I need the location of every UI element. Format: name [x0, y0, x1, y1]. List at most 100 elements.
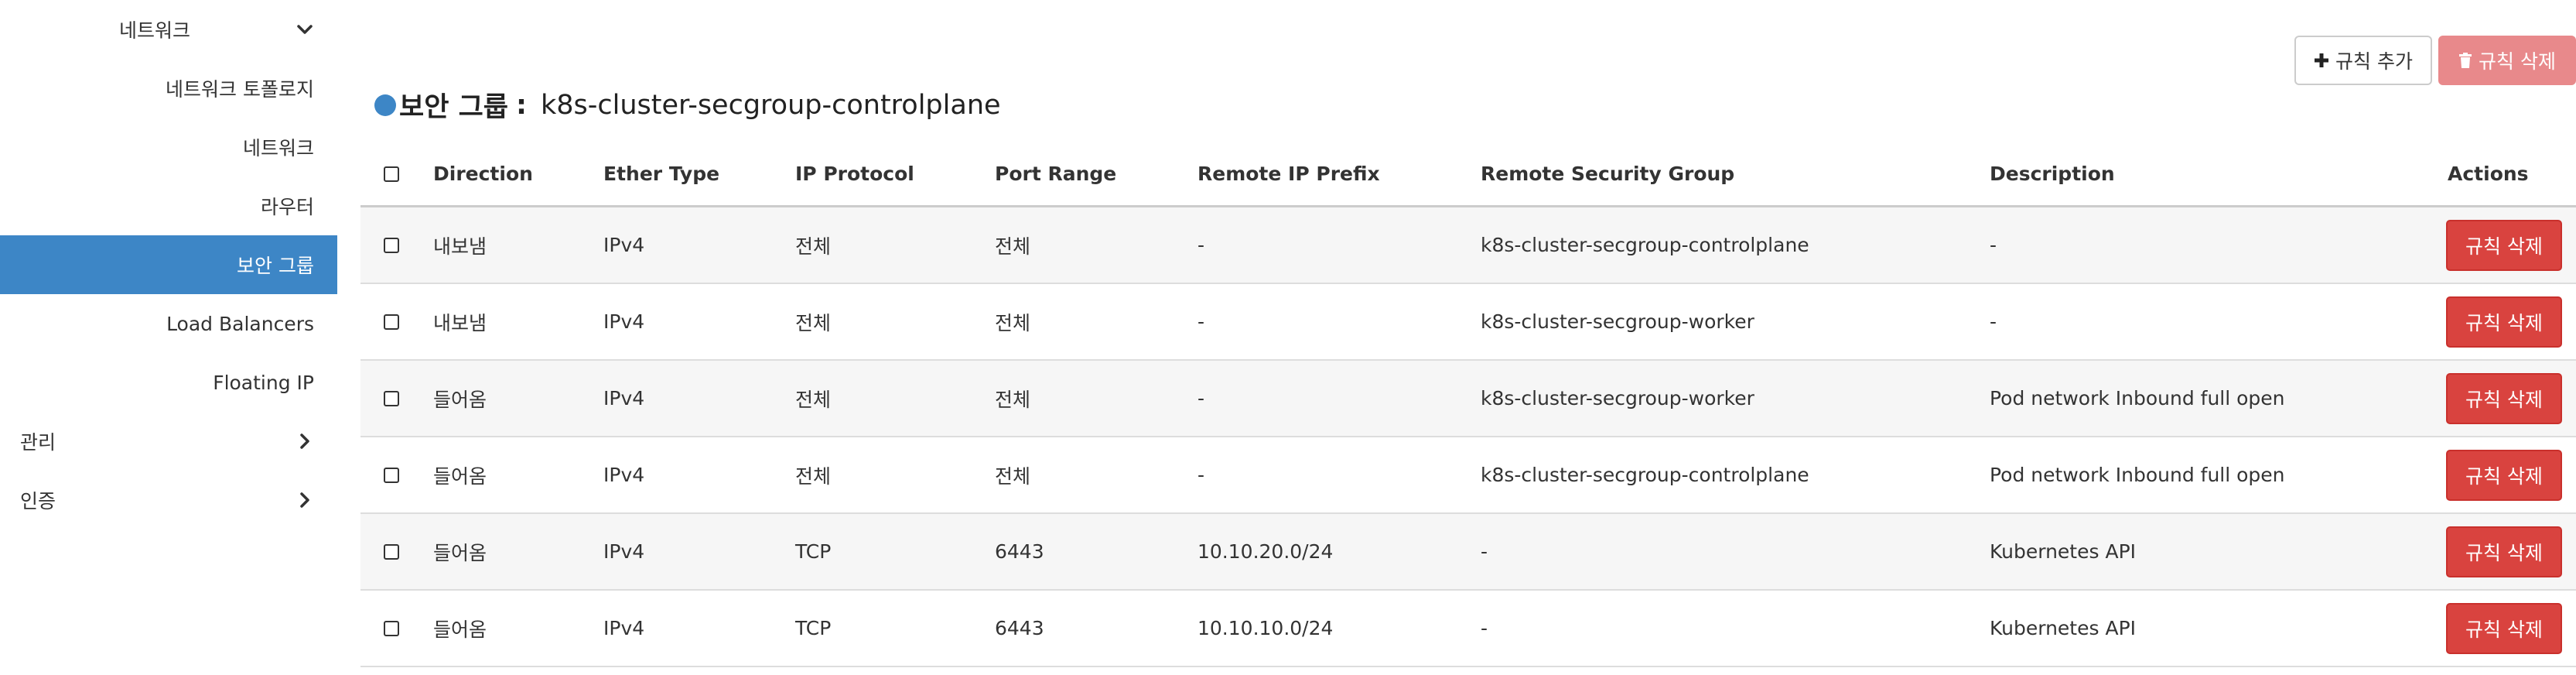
select-all-checkbox[interactable]: [384, 166, 399, 182]
cell-description: Pod network Inbound full open: [1990, 387, 2285, 409]
column-header-port-range[interactable]: Port Range: [995, 142, 1116, 205]
table-row: 들어옴 IPv4 TCP 6443 10.10.10.0/24 - Kubern…: [360, 591, 2576, 667]
row-checkbox[interactable]: [384, 237, 399, 253]
row-select-cell: [384, 207, 399, 283]
row-checkbox[interactable]: [384, 620, 399, 636]
sidebar-item-load-balancers[interactable]: Load Balancers: [0, 294, 337, 353]
sidebar-item-security-group[interactable]: 보안 그룹: [0, 235, 337, 294]
row-select-cell: [384, 591, 399, 666]
row-checkbox[interactable]: [384, 390, 399, 406]
cell-remote-ip-prefix: 10.10.10.0/24: [1197, 617, 1334, 639]
sidebar-item-network-topology[interactable]: 네트워크 토폴로지: [0, 59, 337, 118]
sidebar-group-auth-label: 인증: [20, 490, 56, 512]
row-checkbox[interactable]: [384, 543, 399, 560]
delete-rules-label: 규칙 삭제: [2479, 50, 2556, 73]
cell-ip-protocol: 전체: [795, 235, 832, 258]
sidebar: 네트워크 네트워크 토폴로지 네트워크 라우터 보안 그룹 Load Balan…: [0, 0, 337, 675]
cell-remote-security-group: -: [1481, 617, 1488, 639]
cell-remote-security-group: k8s-cluster-secgroup-worker: [1481, 387, 1754, 409]
page-title-separator: :: [516, 89, 527, 121]
column-header-ip-protocol[interactable]: IP Protocol: [795, 142, 914, 205]
page-title-value: k8s-cluster-secgroup-controlplane: [541, 89, 1001, 121]
cell-ip-protocol: 전체: [795, 388, 832, 411]
sidebar-item-label: 보안 그룹: [237, 255, 314, 277]
cell-port-range: 전체: [995, 464, 1031, 488]
sidebar-group-network-label: 네트워크: [119, 19, 191, 42]
table-header: Direction Ether Type IP Protocol Port Ra…: [360, 142, 2576, 207]
sidebar-group-admin-label: 관리: [20, 431, 56, 454]
row-select-cell: [384, 284, 399, 359]
sidebar-item-label: 네트워크: [242, 137, 314, 159]
delete-rule-button[interactable]: 규칙 삭제: [2446, 526, 2562, 577]
cell-direction: 들어옴: [433, 464, 487, 488]
title-dot-icon: [374, 94, 396, 116]
column-header-remote-security-group[interactable]: Remote Security Group: [1481, 142, 1734, 205]
cell-description: -: [1990, 310, 1997, 333]
cell-ip-protocol: 전체: [795, 464, 832, 488]
row-select-cell: [384, 514, 399, 589]
sidebar-group-admin[interactable]: 관리: [0, 412, 337, 471]
cell-remote-security-group: k8s-cluster-secgroup-controlplane: [1481, 234, 1809, 256]
row-checkbox[interactable]: [384, 314, 399, 330]
delete-rule-button[interactable]: 규칙 삭제: [2446, 449, 2562, 501]
column-header-direction[interactable]: Direction: [433, 142, 533, 205]
cell-remote-ip-prefix: 10.10.20.0/24: [1197, 540, 1334, 563]
cell-direction: 내보냄: [433, 311, 487, 334]
main-content: 규칙 추가 규칙 삭제 보안 그룹 : k8s-cluster-secgroup…: [360, 0, 2576, 675]
sidebar-group-network[interactable]: 네트워크: [0, 0, 337, 59]
add-rule-label: 규칙 추가: [2335, 50, 2413, 73]
cell-remote-ip-prefix: -: [1197, 310, 1205, 333]
sidebar-item-floating-ip[interactable]: Floating IP: [0, 353, 337, 412]
cell-direction: 들어옴: [433, 388, 487, 411]
delete-rule-button[interactable]: 규칙 삭제: [2446, 296, 2562, 348]
cell-ether-type: IPv4: [603, 617, 645, 639]
sidebar-item-label: Load Balancers: [166, 312, 314, 335]
cell-port-range: 전체: [995, 388, 1031, 411]
cell-ether-type: IPv4: [603, 310, 645, 333]
cell-port-range: 6443: [995, 540, 1044, 563]
table-row: 들어옴 IPv4 전체 전체 - k8s-cluster-secgroup-co…: [360, 437, 2576, 514]
add-rule-button[interactable]: 규칙 추가: [2294, 36, 2432, 85]
row-checkbox[interactable]: [384, 467, 399, 483]
table-row: 들어옴 IPv4 전체 전체 - k8s-cluster-secgroup-wo…: [360, 361, 2576, 437]
delete-rule-button[interactable]: 규칙 삭제: [2446, 219, 2562, 271]
column-header-description[interactable]: Description: [1990, 142, 2115, 205]
chevron-right-icon: [300, 492, 309, 508]
delete-rule-button[interactable]: 규칙 삭제: [2446, 372, 2562, 424]
row-select-cell: [384, 361, 399, 436]
table-row: 내보냄 IPv4 전체 전체 - k8s-cluster-secgroup-wo…: [360, 284, 2576, 361]
sidebar-item-label: Floating IP: [213, 371, 314, 394]
sidebar-item-label: 네트워크 토폴로지: [166, 78, 314, 101]
row-select-cell: [384, 437, 399, 512]
chevron-right-icon: [300, 433, 309, 449]
cell-ether-type: IPv4: [603, 464, 645, 486]
sidebar-item-network[interactable]: 네트워크: [0, 118, 337, 176]
sidebar-group-auth[interactable]: 인증: [0, 471, 337, 529]
cell-description: Pod network Inbound full open: [1990, 464, 2285, 486]
cell-remote-security-group: -: [1481, 540, 1488, 563]
cell-ip-protocol: TCP: [795, 617, 832, 639]
delete-rules-button[interactable]: 규칙 삭제: [2438, 36, 2576, 85]
cell-description: -: [1990, 234, 1997, 256]
delete-rule-button[interactable]: 규칙 삭제: [2446, 602, 2562, 654]
column-header-remote-ip-prefix[interactable]: Remote IP Prefix: [1197, 142, 1380, 205]
cell-remote-ip-prefix: -: [1197, 387, 1205, 409]
cell-direction: 들어옴: [433, 541, 487, 564]
cell-remote-ip-prefix: -: [1197, 234, 1205, 256]
cell-remote-security-group: k8s-cluster-secgroup-controlplane: [1481, 464, 1809, 486]
chevron-down-icon: [297, 25, 313, 34]
column-header-ether-type[interactable]: Ether Type: [603, 142, 719, 205]
cell-direction: 내보냄: [433, 235, 487, 258]
cell-remote-ip-prefix: -: [1197, 464, 1205, 486]
page-title: 보안 그룹 : k8s-cluster-secgroup-controlplan…: [374, 85, 1001, 125]
cell-port-range: 전체: [995, 235, 1031, 258]
cell-ether-type: IPv4: [603, 234, 645, 256]
sidebar-item-router[interactable]: 라우터: [0, 176, 337, 235]
cell-port-range: 6443: [995, 617, 1044, 639]
table-row: 내보냄 IPv4 전체 전체 - k8s-cluster-secgroup-co…: [360, 207, 2576, 284]
cell-description: Kubernetes API: [1990, 540, 2137, 563]
sidebar-item-label: 라우터: [260, 196, 314, 218]
cell-remote-security-group: k8s-cluster-secgroup-worker: [1481, 310, 1754, 333]
cell-ether-type: IPv4: [603, 387, 645, 409]
cell-description: Kubernetes API: [1990, 617, 2137, 639]
